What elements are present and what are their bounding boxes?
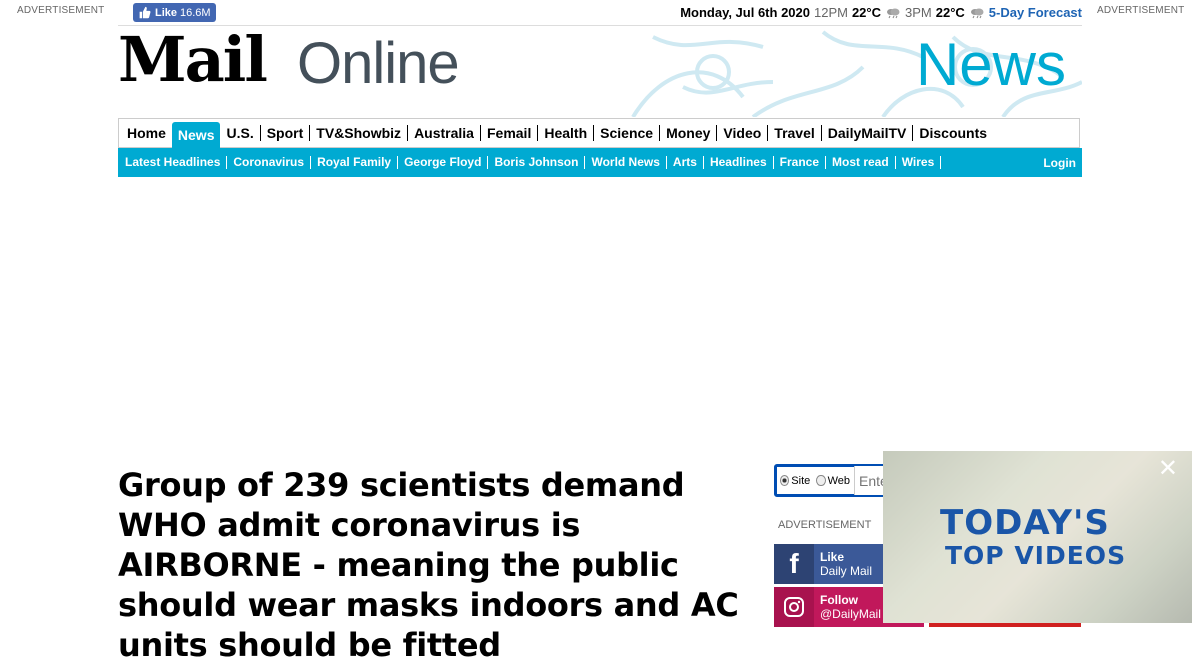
article-headline[interactable]: Group of 239 scientists demand WHO admit… <box>118 465 768 665</box>
weather-time-2: 3PM <box>905 5 932 20</box>
facebook-action: Like <box>820 550 845 564</box>
video-popup[interactable]: ✕ TODAY'S TOP VIDEOS <box>883 451 1192 623</box>
subnav-item-coronavirus[interactable]: Coronavirus <box>227 156 312 169</box>
subnav-item-arts[interactable]: Arts <box>667 156 704 169</box>
login-link[interactable]: Login <box>1043 156 1082 170</box>
video-promo-line2: TOP VIDEOS <box>945 541 1127 570</box>
subnav-item-most-read[interactable]: Most read <box>826 156 896 169</box>
subnav-item-france[interactable]: France <box>774 156 826 169</box>
facebook-icon: f <box>774 544 814 584</box>
site-search: Site Web <box>774 464 894 497</box>
secondary-nav: Latest Headlines Coronavirus Royal Family G… <box>118 148 1082 177</box>
subnav-item-wires[interactable]: Wires <box>896 156 942 169</box>
nav-item-femail[interactable]: Femail <box>481 125 539 141</box>
advertisement-label-sidebar: ADVERTISEMENT <box>778 519 872 531</box>
primary-nav: Home News U.S. Sport TV&Showbiz Australia Fema… <box>118 118 1080 148</box>
nav-item-home[interactable]: Home <box>121 125 172 141</box>
masthead: Mail Online News <box>118 27 1082 117</box>
search-web-radio[interactable] <box>816 475 826 486</box>
facebook-like-button[interactable]: Like 16.6M <box>133 3 216 22</box>
search-site-label: Site <box>791 474 811 487</box>
subnav-item-latest-headlines[interactable]: Latest Headlines <box>119 156 228 169</box>
video-promo-line1: TODAY'S <box>940 503 1110 543</box>
facebook-like-label: Like <box>155 6 178 19</box>
nav-item-news[interactable]: News <box>171 122 221 148</box>
nav-item-discounts[interactable]: Discounts <box>913 125 993 141</box>
current-date: Monday, Jul 6th 2020 <box>680 5 810 20</box>
weather-temp-2: 22°C <box>935 5 965 20</box>
subnav-item-george-floyd[interactable]: George Floyd <box>398 156 489 169</box>
nav-item-travel[interactable]: Travel <box>768 125 822 141</box>
search-site-radio[interactable] <box>780 475 790 486</box>
advertisement-label-right: ADVERTISEMENT <box>1097 5 1185 16</box>
weather-bar: Monday, Jul 6th 2020 12PM 22°C 3PM 22°C … <box>680 5 1082 20</box>
rain-cloud-icon <box>970 8 984 18</box>
subnav-item-world-news[interactable]: World News <box>585 156 667 169</box>
weather-temp-1: 22°C <box>851 5 881 20</box>
close-icon[interactable]: ✕ <box>1158 457 1178 481</box>
nav-item-tv-showbiz[interactable]: TV&Showbiz <box>310 125 409 141</box>
weather-time-1: 12PM <box>813 5 848 20</box>
subnav-item-headlines[interactable]: Headlines <box>704 156 774 169</box>
mail-logo[interactable]: Mail <box>118 29 268 91</box>
subnav-item-boris-johnson[interactable]: Boris Johnson <box>488 156 586 169</box>
nav-item-video[interactable]: Video <box>717 125 769 141</box>
nav-item-australia[interactable]: Australia <box>408 125 481 141</box>
nav-item-u-s-[interactable]: U.S. <box>220 125 261 141</box>
instagram-handle: @DailyMail <box>820 607 881 621</box>
facebook-like-count: 16.6M <box>180 6 211 19</box>
nav-item-health[interactable]: Health <box>538 125 595 141</box>
search-web-label: Web <box>827 474 850 487</box>
nav-item-money[interactable]: Money <box>660 125 718 141</box>
section-title: News <box>915 31 1066 98</box>
top-divider <box>118 25 1082 26</box>
subnav-item-royal-family[interactable]: Royal Family <box>311 156 399 169</box>
facebook-page-name: Daily Mail <box>820 564 873 578</box>
instagram-action: Follow <box>820 593 858 607</box>
rain-cloud-icon <box>887 8 900 18</box>
nav-item-sport[interactable]: Sport <box>261 125 311 141</box>
instagram-icon <box>774 587 814 627</box>
advertisement-label-left: ADVERTISEMENT <box>17 5 105 16</box>
nav-item-dailymailtv[interactable]: DailyMailTV <box>822 125 914 141</box>
thumbs-up-icon <box>139 6 151 19</box>
five-day-forecast-link[interactable]: 5-Day Forecast <box>989 5 1082 20</box>
online-logo[interactable]: Online <box>297 35 460 93</box>
nav-item-science[interactable]: Science <box>594 125 661 141</box>
